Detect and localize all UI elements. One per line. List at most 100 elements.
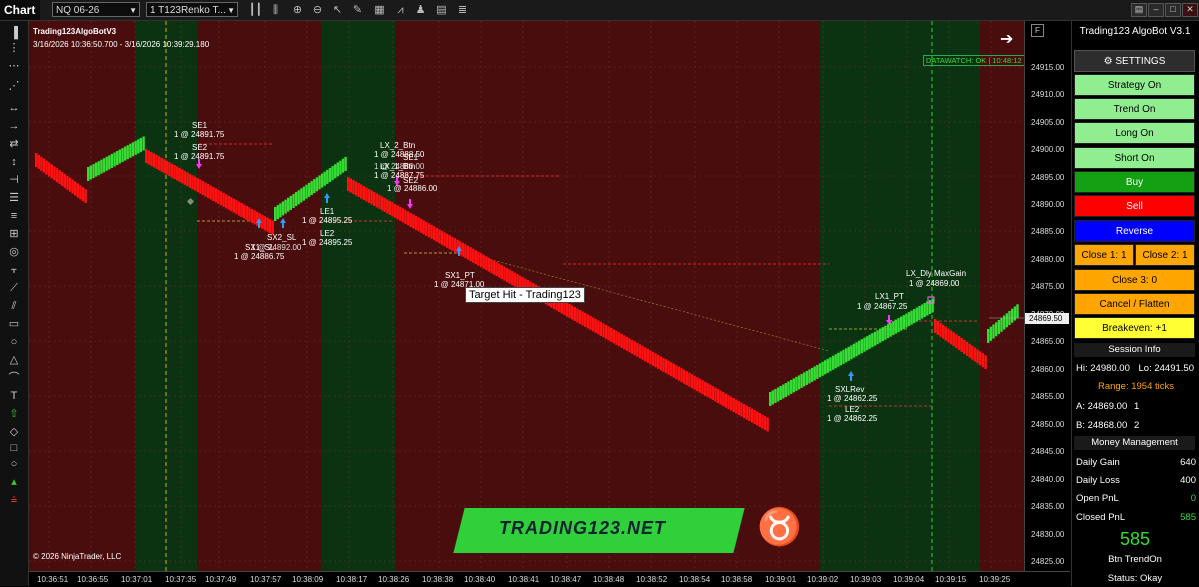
down-brick: [443, 232, 446, 247]
down-brick: [71, 179, 74, 194]
up-brick: [795, 376, 798, 391]
down-brick: [500, 265, 504, 280]
andrews-pitchfork-icon[interactable]: ⫟: [6, 263, 22, 277]
triangle-up-icon[interactable]: ▴: [6, 475, 22, 489]
scale-toggle-icon[interactable]: F: [1031, 24, 1044, 37]
maximize-icon[interactable]: □: [1165, 3, 1181, 17]
breakeven-button[interactable]: Breakeven: +1: [1074, 317, 1195, 339]
vertical-line-icon[interactable]: ☰: [6, 191, 22, 205]
window-list-icon[interactable]: ▤: [1131, 3, 1147, 17]
current-price-flag: 24869.50: [1025, 313, 1069, 324]
price-chart[interactable]: Trading123AlgoBotV3 3/16/2026 10:36:50.7…: [29, 21, 1024, 571]
risk-reward-icon[interactable]: ⋰: [6, 79, 22, 93]
arrow-up-icon[interactable]: ⇧: [6, 407, 22, 421]
chart-trader-icon[interactable]: ▤: [434, 3, 449, 17]
diamond-icon[interactable]: ◇: [6, 425, 22, 439]
trash-icon[interactable]: ⩮: [6, 493, 22, 507]
extended-line-icon[interactable]: ⇄: [6, 137, 22, 151]
up-brick: [805, 370, 809, 385]
strategies-icon[interactable]: ♟: [413, 3, 428, 17]
up-brick: [871, 333, 874, 348]
zoom-in-icon[interactable]: ⊕: [290, 3, 305, 17]
close-1-button[interactable]: Close 1: 1: [1074, 244, 1134, 266]
fibonacci-icon[interactable]: ≡: [6, 209, 22, 223]
lock-icon[interactable]: ▐: [6, 26, 22, 40]
arrow-right-icon[interactable]: ➔: [1000, 29, 1013, 49]
arc-icon[interactable]: ⌒: [6, 371, 22, 385]
drawing-tools-icon[interactable]: ✎: [350, 3, 365, 17]
triangle-icon[interactable]: △: [6, 353, 22, 367]
y-tick: 24875.00: [1031, 282, 1065, 291]
down-brick: [409, 212, 412, 227]
line-icon[interactable]: ↔: [6, 101, 22, 115]
down-brick: [35, 153, 38, 167]
close-3-button[interactable]: Close 3: 0: [1074, 269, 1195, 291]
down-brick: [53, 166, 56, 181]
up-brick: [818, 363, 822, 378]
indicators-icon[interactable]: ⩘: [393, 3, 408, 17]
bar-style-icon[interactable]: ┃┃: [248, 3, 263, 17]
buy-button[interactable]: Buy: [1074, 171, 1195, 193]
regression-channel-icon[interactable]: ⟋: [6, 281, 22, 295]
instrument-selector[interactable]: NQ 06-26 ▼: [52, 2, 140, 17]
settings-button[interactable]: ⚙ SETTINGS: [1074, 50, 1195, 72]
cancel-flatten-button[interactable]: Cancel / Flatten: [1074, 293, 1195, 315]
bar-type-selector[interactable]: 1 T123Renko T... ▼: [146, 2, 238, 17]
global-draw-icon[interactable]: ⋮: [6, 41, 22, 55]
minimize-icon[interactable]: –: [1148, 3, 1164, 17]
daily-gain-value[interactable]: 640: [1180, 457, 1196, 468]
trend-channel-icon[interactable]: ⫽: [6, 299, 22, 313]
properties-icon[interactable]: ≣: [455, 3, 470, 17]
x-tick: 10:37:57: [250, 575, 282, 584]
text-icon[interactable]: T: [6, 389, 22, 403]
pointer-icon[interactable]: ↖: [330, 3, 345, 17]
ray-icon[interactable]: →: [6, 119, 22, 133]
down-brick: [719, 390, 722, 405]
up-brick: [341, 158, 345, 173]
up-brick: [987, 329, 990, 343]
chevron-down-icon: ▼: [227, 6, 235, 15]
down-brick: [698, 378, 702, 393]
data-box-icon[interactable]: ▦: [372, 3, 387, 17]
up-brick: [344, 156, 347, 171]
daily-loss-value[interactable]: 400: [1180, 475, 1196, 486]
ruler-icon[interactable]: ⋯: [6, 59, 22, 73]
down-brick: [973, 347, 977, 362]
down-brick: [178, 168, 181, 182]
time-axis[interactable]: 10:36:51 10:36:55 10:37:01 10:37:35 10:3…: [29, 571, 1070, 587]
down-brick: [176, 166, 179, 181]
zoom-out-icon[interactable]: ⊖: [310, 3, 325, 17]
close-2-button[interactable]: Close 2: 1: [1135, 244, 1195, 266]
strategy-on-button[interactable]: Strategy On: [1074, 74, 1195, 96]
chart-tab[interactable]: Chart: [0, 0, 40, 20]
copyright: © 2026 NinjaTrader, LLC: [33, 552, 122, 561]
down-brick: [641, 345, 644, 360]
daily-loss-label: Daily Loss: [1076, 475, 1120, 486]
down-brick: [76, 183, 79, 198]
arrow-line-icon[interactable]: ↕: [6, 155, 22, 169]
closed-pnl-value: 585: [1180, 512, 1196, 523]
up-brick: [900, 316, 903, 331]
down-brick: [745, 405, 748, 420]
horizontal-line-icon[interactable]: ⊣: [6, 173, 22, 187]
long-on-button[interactable]: Long On: [1074, 122, 1195, 144]
sell-button[interactable]: Sell: [1074, 195, 1195, 217]
reverse-button[interactable]: Reverse: [1074, 220, 1195, 242]
down-brick: [362, 186, 365, 200]
chart-style-icon[interactable]: ⫼: [268, 3, 283, 17]
up-brick: [320, 173, 324, 188]
close-icon[interactable]: ✕: [1182, 3, 1198, 17]
up-brick: [110, 153, 114, 168]
dot-icon[interactable]: ○: [6, 457, 22, 471]
gann-fan-icon[interactable]: ◎: [6, 245, 22, 259]
fib-extension-icon[interactable]: ⊞: [6, 227, 22, 241]
up-brick: [873, 331, 877, 346]
up-brick: [289, 195, 292, 210]
rectangle-icon[interactable]: ▭: [6, 317, 22, 331]
price-axis[interactable]: 24915.00 24910.00 24905.00 24900.00 2489…: [1024, 21, 1071, 571]
trend-on-button[interactable]: Trend On: [1074, 98, 1195, 120]
ellipse-icon[interactable]: ○: [6, 335, 22, 349]
short-on-button[interactable]: Short On: [1074, 147, 1195, 169]
square-icon[interactable]: □: [6, 441, 22, 455]
down-brick: [955, 334, 958, 349]
